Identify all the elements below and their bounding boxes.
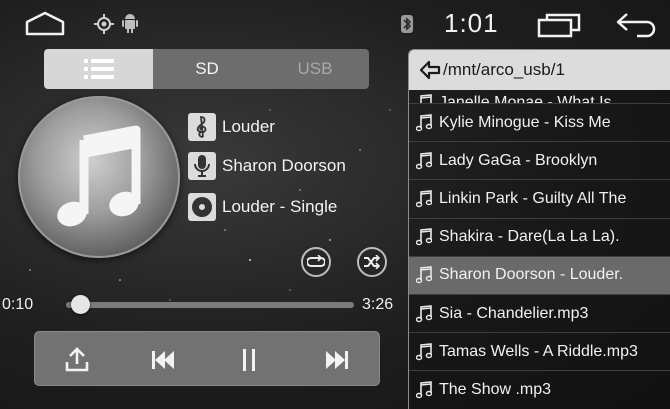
share-icon [65, 346, 89, 371]
music-note-icon [57, 125, 141, 227]
source-tabs: SD USB [44, 49, 369, 89]
playlist-item[interactable]: Tamas Wells - A Riddle.mp3 [409, 333, 670, 372]
playlist-item-title: Lady GaGa - Brooklyn [439, 151, 598, 169]
playlist-item-title: Tamas Wells - A Riddle.mp3 [439, 342, 638, 360]
playlist-item-title: Sia - Chandelier.mp3 [439, 304, 589, 322]
bluetooth-icon [401, 15, 413, 33]
playlist-item[interactable]: Sia - Chandelier.mp3 [409, 295, 670, 334]
playlist-header[interactable]: /mnt/arco_usb/1 [409, 50, 670, 90]
pause-icon [243, 348, 255, 371]
home-icon[interactable] [24, 10, 66, 36]
track-album: Louder - Single [222, 197, 338, 216]
track-artist-row: Sharon Doorson [188, 151, 346, 181]
android-icon [122, 14, 138, 33]
clock: 1:01 [444, 8, 499, 38]
music-note-icon [409, 113, 439, 132]
track-title-row: Louder [188, 112, 275, 142]
playlist-item-title: Kylie Minogue - Kiss Me [439, 113, 611, 131]
music-note-icon [409, 304, 439, 323]
playlist-item-title: Linkin Park - Guilty All The [439, 189, 627, 207]
pause-button[interactable] [219, 332, 279, 387]
playlist-item-title: Janelle Monae - What Is [439, 94, 612, 104]
microphone-icon [188, 152, 216, 180]
disc-icon [188, 193, 216, 221]
playlist-item[interactable]: Janelle Monae - What Is [409, 90, 670, 104]
recent-apps-icon[interactable] [537, 12, 583, 38]
seek-knob[interactable] [70, 295, 90, 314]
tab-usb[interactable]: USB [261, 49, 369, 89]
repeat-icon [307, 255, 325, 267]
tab-playlist[interactable] [44, 49, 153, 89]
music-note-icon [409, 94, 439, 103]
playlist-panel: /mnt/arco_usb/1 Janelle Monae - What Is … [408, 49, 670, 409]
playlist-item[interactable]: Lady GaGa - Brooklyn [409, 142, 670, 181]
music-note-icon [409, 342, 439, 361]
elapsed-time: 0:10 [2, 296, 34, 313]
music-note-icon [409, 151, 439, 170]
playlist-item[interactable]: Shakira - Dare(La La La). [409, 219, 670, 257]
track-artist: Sharon Doorson [222, 156, 346, 175]
playlist-item[interactable]: Kylie Minogue - Kiss Me [409, 104, 670, 143]
share-button[interactable] [47, 332, 107, 387]
status-bar: 1:01 [0, 0, 670, 44]
previous-button[interactable] [133, 332, 193, 387]
treble-clef-icon [188, 113, 216, 141]
music-note-icon [409, 266, 439, 284]
repeat-button[interactable] [301, 247, 331, 277]
seek-bar[interactable] [66, 302, 354, 308]
music-note-icon [409, 190, 439, 208]
shuffle-button[interactable] [357, 247, 387, 277]
next-icon [326, 350, 348, 369]
playlist-item-title: The Show .mp3 [439, 380, 552, 398]
total-time: 3:26 [362, 296, 394, 313]
folder-path: /mnt/arco_usb/1 [443, 60, 565, 79]
playlist-item[interactable]: Linkin Park - Guilty All The [409, 180, 670, 219]
back-icon[interactable] [615, 12, 659, 38]
list-icon [83, 59, 114, 79]
playlist-list: Janelle Monae - What Is Kylie Minogue - … [409, 90, 670, 409]
next-button[interactable] [307, 332, 367, 387]
playlist-item[interactable]: The Show .mp3 [409, 371, 670, 409]
track-album-row: Louder - Single [188, 192, 337, 222]
album-art [18, 96, 180, 258]
folder-back-icon[interactable] [419, 60, 441, 80]
playlist-item-title: Shakira - Dare(La La La). [439, 228, 620, 246]
playback-controls [34, 331, 380, 386]
track-title: Louder [222, 117, 275, 136]
tab-sd[interactable]: SD [153, 49, 261, 89]
shuffle-icon [364, 255, 381, 269]
music-note-icon [409, 228, 439, 246]
location-icon [94, 14, 114, 34]
playlist-item-title: Sharon Doorson - Louder. [439, 266, 624, 284]
previous-icon [152, 350, 174, 369]
music-note-icon [409, 381, 439, 399]
playlist-item[interactable]: Sharon Doorson - Louder. [409, 256, 670, 295]
